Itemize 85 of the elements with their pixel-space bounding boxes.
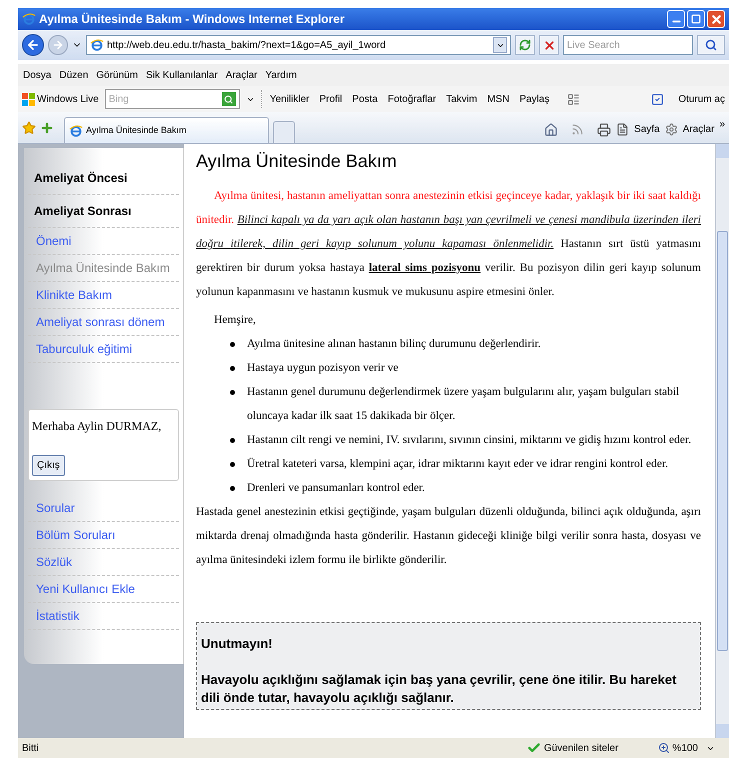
bing-input[interactable]: Bing xyxy=(108,92,222,106)
menu-item[interactable]: Dosya xyxy=(20,68,54,82)
browser-logo-icon xyxy=(22,12,36,26)
zoom-icon[interactable] xyxy=(658,742,670,754)
add-favorite-icon[interactable] xyxy=(40,121,54,135)
bullet-icon xyxy=(230,486,235,491)
bullet-text: Hastaya uygun pozisyon verir ve xyxy=(247,361,398,376)
search-icon[interactable] xyxy=(224,94,234,104)
toolbar-link[interactable]: MSN xyxy=(485,92,512,106)
refresh-button[interactable] xyxy=(515,35,535,55)
sign-in-link[interactable]: Oturum aç xyxy=(678,92,725,106)
maximize-icon xyxy=(691,14,701,24)
menu-item[interactable]: Düzen xyxy=(56,68,92,82)
menu-item[interactable]: Sik Kullanılanlar xyxy=(142,68,221,82)
sidebar-link[interactable]: Sözlük xyxy=(28,549,179,576)
toolbar-link[interactable]: Paylaş xyxy=(517,92,552,106)
stop-icon xyxy=(542,38,556,52)
sidebar-nav-link[interactable]: Ameliyat Öncesi xyxy=(28,162,179,195)
search-icon xyxy=(705,39,717,51)
menu-item[interactable]: Yardım xyxy=(262,68,300,82)
sidebar-nav-link[interactable]: Klinikte Bakım xyxy=(28,282,179,309)
menu-item[interactable]: Araçlar xyxy=(222,68,260,82)
bullet-text: Hastanın cilt rengi ve nemini, IV. sıvılarını, sıvının cinsini, miktarını ve gidiş hızını kontrol eder. xyxy=(247,433,692,448)
browser-tab[interactable]: Ayılma Ünitesinde Bakım xyxy=(64,117,269,143)
checkbox-icon[interactable] xyxy=(651,92,664,106)
security-zone: Güvenilen siteler xyxy=(544,742,618,756)
list-icon[interactable] xyxy=(567,92,580,106)
address-field[interactable]: http://web.deu.edu.tr/hasta_bakim/?next=1&go=A5_ayil_1word xyxy=(86,35,511,55)
sidebar-nav-link[interactable]: Ameliyat sonrası dönem xyxy=(28,309,179,336)
address-url: http://web.deu.edu.tr/hasta_bakim/?next=1&go=A5_ayil_1word xyxy=(107,38,386,52)
reminder-title: Unutmayın! xyxy=(201,635,274,653)
greeting-text: Merhaba Aylin DURMAZ, xyxy=(32,418,162,435)
logout-button[interactable]: Çıkış xyxy=(32,455,65,476)
bullet-icon xyxy=(230,390,235,395)
bullet-icon xyxy=(230,366,235,371)
minimize-button[interactable] xyxy=(667,10,685,28)
intro-paragraph: Ayılma ünitesi, hastanın ameliyattan sonra anestezinin etkisi geçinceye kadar, yaklaşık bir iki saat kaldığı ünitedir. Bilinci kapalı ya da yarı açık olan hastanın başı yan çevrilmeli ve çenesi mandibula üzerinden ileri doğru itilerek, dilin geri kayıp solunum yolunu kapaması önlenmelidir. Hastanın sırt üstü yatmasını gerektiren bir durum yoksa hastaya lateral sims pozisyonu verilir. Bu pozisyon dilin geri kayıp solunum yolunun kapanmasını ve hastanın kusmuk ve mukusunu aspire etmesini önler. xyxy=(196,189,701,300)
lead-text: Hemşire, xyxy=(213,313,257,328)
search-button[interactable] xyxy=(697,35,725,55)
home-icon[interactable] xyxy=(544,122,558,136)
settings-icon[interactable] xyxy=(664,123,678,136)
page-menu[interactable]: Sayfa xyxy=(634,122,660,137)
article-title: Ayılma Ünitesinde Bakım xyxy=(196,150,398,172)
status-text: Bitti xyxy=(22,742,39,756)
menu-item[interactable]: Görünüm xyxy=(93,68,141,82)
windows-live-label[interactable]: Windows Live xyxy=(37,92,99,106)
more-chevron[interactable]: » xyxy=(719,117,725,132)
reminder-text: Havayolu açıklığını sağlamak için baş yana çevrilir, çene öne itilir. Bu hareket dili önde tutar, havayolu açıklığı sağlanır. xyxy=(201,671,678,707)
bullet-text: Hastanın genel durumunu değerlendirmek üzere yaşam bulgularını alır, yaşam bulguları stabil oluncaya kadar ilk saat 15 dakikada bir ölçer. xyxy=(247,385,680,424)
sidebar-link[interactable]: Sorular xyxy=(28,495,179,522)
sidebar-link[interactable]: Yeni Kullanıcı Ekle xyxy=(28,576,179,603)
bing-search-field[interactable]: Bing xyxy=(104,89,240,109)
toolbar-link[interactable]: Yenilikler xyxy=(268,92,312,106)
forward-arrow-icon xyxy=(52,39,64,51)
favorites-star-icon[interactable] xyxy=(22,121,36,135)
tools-menu[interactable]: Araçlar xyxy=(682,122,714,137)
bullet-text: Drenleri ve pansumanları kontrol eder. xyxy=(247,481,425,496)
windows-flag-icon xyxy=(22,92,35,106)
printer-icon[interactable] xyxy=(597,122,612,136)
bullet-text: Üretral kateteri varsa, klempini açar, idrar miktarını kayıt eder ve idrar rengini kontrol eder. xyxy=(247,456,668,472)
toolbar-link[interactable]: Takvim xyxy=(444,92,480,106)
toolbar-link[interactable]: Posta xyxy=(350,92,380,106)
check-icon xyxy=(526,741,541,755)
bullet-icon xyxy=(230,342,235,347)
search-field[interactable]: Live Search xyxy=(563,35,693,55)
window-title: Ayılma Ünitesinde Bakım - Windows Internet Explorer xyxy=(39,11,345,28)
bullet-icon xyxy=(230,462,235,467)
toolbar-link[interactable]: Profil xyxy=(317,92,344,106)
close-icon xyxy=(710,12,722,26)
zoom-level[interactable]: %100 xyxy=(672,740,698,756)
sidebar-nav-link[interactable]: Ameliyat Sonrası xyxy=(28,195,179,228)
bullet-icon xyxy=(230,438,235,443)
sidebar-link[interactable]: Bölüm Soruları xyxy=(28,522,179,549)
back-button[interactable] xyxy=(22,34,44,56)
sidebar-link[interactable]: İstatistik xyxy=(28,603,179,630)
stop-button[interactable] xyxy=(539,35,559,55)
toolbar-link[interactable]: Fotoğraflar xyxy=(386,92,438,106)
maximize-button[interactable] xyxy=(687,10,705,28)
rss-icon[interactable] xyxy=(571,123,584,136)
bullet-text: Ayılma ünitesine alınan hastanın bilinç durumunu değerlendirir. xyxy=(247,337,541,352)
refresh-icon xyxy=(519,39,531,51)
close-button[interactable] xyxy=(707,10,725,28)
closing-paragraph: Hastada genel anestezinin etkisi geçtiğinde, yaşam bulguları düzenli olduğunda, bilinci açık olduğunda, aşırı miktarda drenaj olmadığında hasta gönderilir. Hastanın gideceği kliniğe bilgi verilir sonra hasta, dosyası ve ayılma ünitesindeki izlem formu ile birlikte gönderilir. xyxy=(196,505,701,568)
sidebar-nav-link[interactable]: Taburculuk eğitimi xyxy=(28,336,179,363)
sidebar-nav-link[interactable]: Önemi xyxy=(28,228,179,255)
